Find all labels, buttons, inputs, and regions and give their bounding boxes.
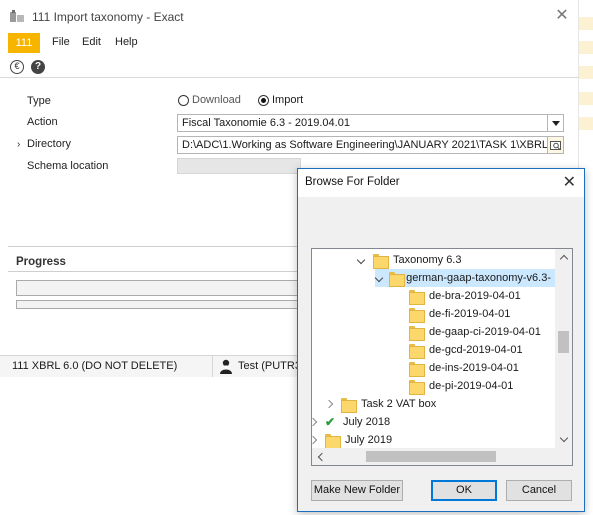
directory-expand-icon: ›	[17, 139, 21, 150]
progress-bar-detail	[16, 300, 298, 309]
tree-item-label: July 2018	[343, 416, 391, 428]
tree-item-label: german-gaap-taxonomy-v6.3-	[406, 272, 551, 284]
window-title: 111 Import taxonomy - Exact	[32, 10, 184, 24]
cancel-button[interactable]: Cancel	[506, 480, 572, 501]
ok-button[interactable]: OK	[431, 480, 497, 501]
folder-icon	[409, 325, 425, 341]
scrollbar-corner	[555, 448, 572, 465]
app-icon	[10, 10, 25, 24]
menu-file[interactable]: File	[52, 36, 70, 48]
horizontal-scroll-thumb[interactable]	[366, 451, 496, 462]
horizontal-scrollbar[interactable]	[312, 448, 572, 465]
action-label: Action	[27, 116, 58, 128]
vertical-scroll-thumb[interactable]	[558, 331, 569, 353]
tree-item[interactable]: de-gaap-ci-2019-04-01	[409, 323, 541, 341]
tree-item[interactable]: Taxonomy 6.3	[357, 251, 461, 269]
radio-import-dot	[258, 94, 269, 106]
schema-location-label: Schema location	[27, 160, 109, 172]
vertical-scrollbar[interactable]	[555, 249, 572, 448]
tree-item-selected[interactable]: german-gaap-taxonomy-v6.3-	[375, 269, 555, 287]
action-select[interactable]: Fiscal Taxonomie 6.3 - 2019.04.01	[177, 114, 564, 132]
scroll-up-icon[interactable]	[555, 249, 572, 266]
type-label: Type	[27, 95, 51, 107]
tree-item-label: Taxonomy 6.3	[393, 254, 462, 266]
tree-item[interactable]: de-ins-2019-04-01	[409, 359, 519, 377]
tree-item-label: de-gaap-ci-2019-04-01	[429, 326, 541, 338]
dialog-title-bar: Browse For Folder ✕	[298, 169, 584, 197]
folder-icon	[409, 307, 425, 323]
toolbar: € ?	[0, 56, 579, 78]
scroll-left-icon[interactable]	[312, 448, 329, 465]
folder-icon	[409, 289, 425, 305]
checkmark-icon: ✔	[325, 415, 336, 429]
directory-label: Directory	[27, 138, 72, 150]
browse-folder-dialog: Browse For Folder ✕ Taxonomy 6.3 german-…	[297, 168, 585, 512]
tree-item[interactable]: de-gcd-2019-04-01	[409, 341, 523, 359]
schema-location-field	[177, 158, 301, 174]
folder-browse-icon[interactable]	[547, 137, 563, 153]
chevron-right-icon[interactable]	[312, 417, 319, 427]
chevron-down-icon[interactable]	[357, 255, 367, 265]
tree-item-label: de-gcd-2019-04-01	[429, 344, 523, 356]
progress-bar-main	[16, 280, 298, 296]
tree-item[interactable]: de-bra-2019-04-01	[409, 287, 521, 305]
status-user: Test (PUTR3(	[238, 360, 298, 372]
divider	[8, 246, 298, 247]
folder-icon	[388, 271, 406, 287]
tree-item[interactable]: de-pi-2019-04-01	[409, 377, 513, 395]
folder-icon	[341, 397, 357, 413]
euro-icon[interactable]: €	[10, 60, 24, 74]
radio-download-dot	[178, 94, 189, 106]
action-value: Fiscal Taxonomie 6.3 - 2019.04.01	[182, 117, 350, 129]
status-company: 111 XBRL 6.0 (DO NOT DELETE)	[8, 356, 213, 377]
user-icon	[219, 359, 233, 377]
menu-edit[interactable]: Edit	[82, 36, 101, 48]
radio-import-label: Import	[272, 94, 304, 106]
chevron-right-icon[interactable]	[325, 399, 335, 409]
title-bar: 111 Import taxonomy - Exact ✕	[0, 0, 579, 33]
close-icon[interactable]: ✕	[563, 173, 576, 193]
folder-icon	[373, 253, 389, 269]
directory-field[interactable]: D:\ADC\1.Working as Software Engineering…	[177, 136, 564, 154]
chevron-right-icon[interactable]	[312, 435, 319, 445]
directory-value: D:\ADC\1.Working as Software Engineering…	[182, 139, 564, 151]
folder-icon	[409, 361, 425, 377]
chevron-down-icon[interactable]	[375, 273, 383, 283]
radio-download[interactable]: Download	[178, 94, 241, 106]
tree-item-label: de-pi-2019-04-01	[429, 380, 514, 392]
progress-title: Progress	[16, 256, 66, 268]
dialog-title: Browse For Folder	[305, 176, 400, 188]
menu-help[interactable]: Help	[115, 36, 138, 48]
divider	[8, 271, 298, 272]
folder-icon	[325, 433, 341, 449]
scroll-down-icon[interactable]	[555, 431, 572, 448]
tree-item[interactable]: ✔ July 2018	[312, 413, 391, 431]
tree-item-label: de-bra-2019-04-01	[429, 290, 521, 302]
menu-bar: 111 File Edit Help	[0, 33, 579, 53]
folder-icon	[409, 379, 425, 395]
tree-item-label: July 2019	[345, 434, 393, 446]
help-icon[interactable]: ?	[31, 60, 45, 74]
folder-tree[interactable]: Taxonomy 6.3 german-gaap-taxonomy-v6.3- …	[311, 248, 573, 466]
close-icon[interactable]: ✕	[553, 7, 571, 25]
company-badge[interactable]: 111	[8, 33, 40, 53]
make-new-folder-button[interactable]: Make New Folder	[311, 480, 403, 501]
tree-item[interactable]: Task 2 VAT box	[325, 395, 436, 413]
tree-item-label: Task 2 VAT box	[361, 398, 437, 410]
tree-item-label: de-fi-2019-04-01	[429, 308, 511, 320]
tree-item-label: de-ins-2019-04-01	[429, 362, 519, 374]
radio-import[interactable]: Import	[258, 94, 303, 106]
tree-item[interactable]: de-fi-2019-04-01	[409, 305, 510, 323]
tree-item[interactable]: July 2019	[312, 431, 393, 449]
radio-download-label: Download	[192, 94, 241, 106]
chevron-down-icon[interactable]	[547, 115, 563, 131]
folder-icon	[409, 343, 425, 359]
